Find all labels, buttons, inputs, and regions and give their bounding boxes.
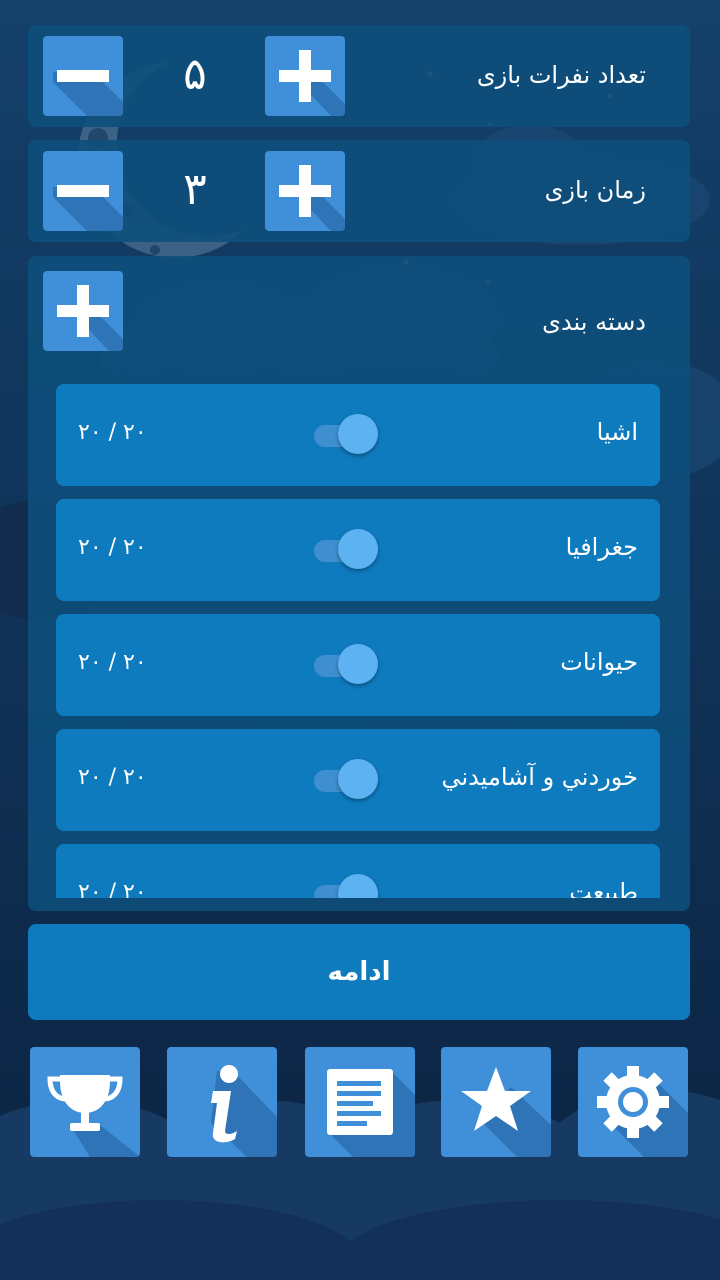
category-toggle[interactable] [314, 644, 380, 686]
continue-button[interactable]: ادامه [28, 924, 690, 1020]
category-name: جغرافیا [565, 533, 638, 561]
category-toggle[interactable] [314, 759, 380, 801]
players-decrease-button[interactable] [43, 36, 123, 116]
plus-icon [279, 165, 345, 231]
info-icon [211, 1065, 277, 1157]
time-label: زمان بازی [544, 176, 646, 204]
categories-label: دسته بندی [542, 308, 646, 336]
plus-icon [279, 50, 345, 116]
gear-icon [597, 1066, 688, 1157]
players-increase-button[interactable] [265, 36, 345, 116]
category-name: طبیعت [569, 878, 638, 898]
plus-icon [57, 285, 123, 351]
info-button[interactable] [167, 1047, 277, 1157]
category-toggle[interactable] [314, 414, 380, 456]
category-count: ۲۰ / ۲۰ [78, 650, 147, 675]
time-panel: ۳ زمان بازی [28, 140, 690, 242]
rate-button[interactable] [441, 1047, 551, 1157]
time-value: ۳ [183, 164, 207, 215]
category-count: ۲۰ / ۲۰ [78, 535, 147, 560]
settings-button[interactable] [578, 1047, 688, 1157]
add-category-button[interactable] [43, 271, 123, 351]
time-decrease-button[interactable] [43, 151, 123, 231]
category-item[interactable]: اشیا ۲۰ / ۲۰ [56, 384, 660, 486]
category-name: حیوانات [560, 648, 638, 676]
category-count: ۲۰ / ۲۰ [78, 765, 147, 790]
trophy-icon [47, 1075, 140, 1157]
category-count: ۲۰ / ۲۰ [78, 880, 147, 898]
category-item[interactable]: حیوانات ۲۰ / ۲۰ [56, 614, 660, 716]
category-name: خوردني و آشاميدني [441, 763, 638, 791]
document-icon [327, 1069, 415, 1157]
category-toggle[interactable] [314, 529, 380, 571]
players-panel: ۵ تعداد نفرات بازی [28, 25, 690, 127]
category-item[interactable]: جغرافیا ۲۰ / ۲۰ [56, 499, 660, 601]
rules-button[interactable] [305, 1047, 415, 1157]
category-item[interactable]: خوردني و آشاميدني ۲۰ / ۲۰ [56, 729, 660, 831]
minus-icon [53, 70, 123, 116]
category-item[interactable]: طبیعت ۲۰ / ۲۰ [56, 844, 660, 898]
category-count: ۲۰ / ۲۰ [78, 420, 147, 445]
category-name: اشیا [596, 418, 638, 446]
star-icon [461, 1067, 551, 1157]
category-list[interactable]: اشیا ۲۰ / ۲۰ جغرافیا ۲۰ / ۲۰ حیوانات ۲۰ … [28, 370, 662, 898]
minus-icon [53, 185, 123, 231]
players-value: ۵ [183, 49, 207, 100]
players-label: تعداد نفرات بازی [476, 61, 646, 89]
time-increase-button[interactable] [265, 151, 345, 231]
category-toggle[interactable] [314, 874, 380, 898]
leaderboard-button[interactable] [30, 1047, 140, 1157]
